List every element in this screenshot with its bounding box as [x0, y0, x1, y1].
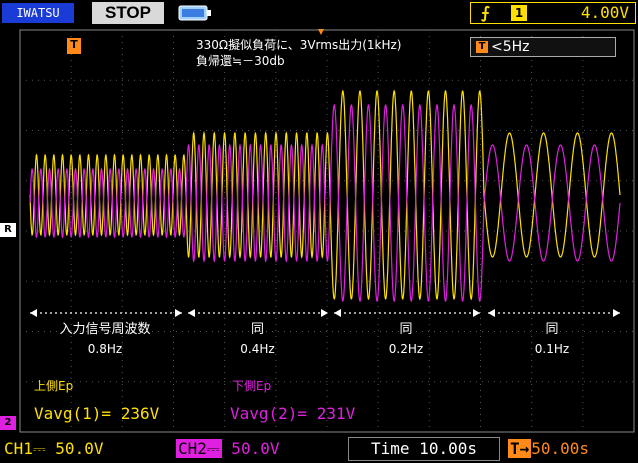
segment-freq-4: 0.1Hz — [534, 342, 570, 356]
ch2-trace — [29, 103, 621, 303]
arrowhead — [321, 309, 328, 317]
annotation-line1: 330Ω擬似負荷に、3Vrms出力(1kHz) — [196, 38, 402, 52]
trigger-point-marker — [318, 29, 324, 35]
ch2-scale[interactable]: CH2⎓ 50.0V — [176, 438, 279, 460]
ch1-average-measurement: Vavg(1)= 236V — [34, 404, 160, 423]
ch1-scale[interactable]: CH1⎓ 50.0V — [4, 438, 103, 460]
segment-label-4: 同 — [545, 322, 559, 337]
frequency-value: <5Hz — [491, 39, 530, 55]
arrowhead — [188, 309, 195, 317]
arrowhead — [30, 309, 37, 317]
ch2-label: 下側Ep — [232, 379, 272, 393]
arrowhead — [488, 309, 495, 317]
reference-marker[interactable]: R — [0, 223, 16, 237]
segment-label-1: 入力信号周波数 — [59, 322, 151, 337]
arrowhead — [613, 309, 620, 317]
segment-freq-1: 0.8Hz — [87, 342, 123, 356]
annotation-line2: 負帰還≒－30db — [196, 54, 285, 68]
trigger-position-marker[interactable]: T — [67, 38, 81, 54]
arrowhead — [175, 309, 182, 317]
arrowhead — [473, 309, 480, 317]
trigger-delay[interactable]: T→ 50.00s — [508, 438, 589, 460]
segment-freq-3: 0.2Hz — [388, 342, 424, 356]
segment-label-2: 同 — [250, 322, 264, 337]
segment-label-3: 同 — [399, 322, 413, 337]
trigger-delay-value: 50.00s — [531, 439, 590, 458]
timebase[interactable]: Time 10.00s — [348, 437, 500, 461]
frequency-readout[interactable]: T <5Hz — [470, 37, 616, 57]
ch2-average-measurement: Vavg(2)= 231V — [230, 404, 356, 423]
ch2-ground-marker[interactable]: 2 — [0, 416, 16, 430]
ch1-label: 上側Ep — [34, 379, 74, 393]
segment-freq-2: 0.4Hz — [240, 342, 275, 356]
arrowhead — [334, 309, 341, 317]
waveform-display — [19, 29, 635, 433]
trigger-icon: T — [476, 41, 488, 53]
trigger-delay-icon: T→ — [508, 439, 532, 458]
ch2-badge: CH2⎓ — [176, 439, 222, 458]
ch2-scale-value: 50.0V — [221, 439, 280, 458]
